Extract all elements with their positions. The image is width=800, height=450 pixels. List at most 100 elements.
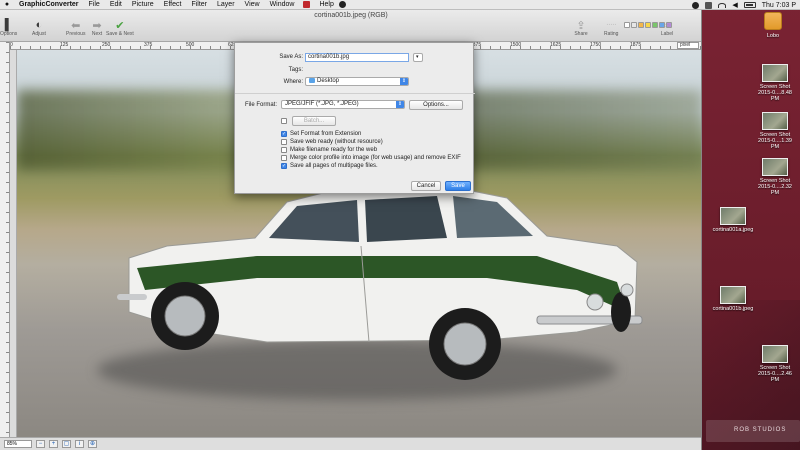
desktop-icon-file[interactable]: Screen Shot 2015-0....1.39 PM bbox=[740, 112, 800, 150]
adjust-button[interactable]: ◐ Adjust bbox=[32, 19, 46, 37]
ruler-tick: 125 bbox=[60, 42, 69, 48]
where-label: Where: bbox=[283, 79, 303, 85]
sync-icon[interactable] bbox=[692, 1, 700, 9]
tags-label: Tags: bbox=[288, 67, 303, 73]
checkbox-row[interactable]: ✓ Set Format from Extension bbox=[281, 131, 361, 137]
previous-button[interactable]: ⬅ Previous bbox=[66, 19, 85, 38]
batch-checkbox[interactable] bbox=[281, 118, 287, 124]
screenshot-thumbnail-icon bbox=[762, 345, 788, 363]
expand-dialog-button[interactable]: ▾ bbox=[413, 53, 423, 62]
checkbox-row[interactable]: Merge color profile into image (for web … bbox=[281, 155, 461, 161]
label-gray-swatch[interactable] bbox=[631, 22, 637, 28]
file-format-popup[interactable]: JPEG/JFIF (*.JPG, *.JPEG) ⇕ bbox=[281, 100, 405, 109]
file-format-label: File Format: bbox=[244, 102, 277, 108]
label-text: Label bbox=[660, 31, 674, 37]
checkbox-web-ready[interactable] bbox=[281, 139, 287, 145]
rating-stars-icon: ····· bbox=[606, 22, 617, 28]
save-dialog: Save As: cortina001b.jpg ▾ Tags: Where: … bbox=[234, 42, 475, 194]
save-next-button[interactable]: ✔ Save & Next bbox=[106, 19, 134, 38]
menu-file[interactable]: File bbox=[84, 1, 105, 8]
checkbox-filename-web[interactable] bbox=[281, 147, 287, 153]
desktop-icon-file[interactable]: Screen Shot 2015-0....2.32 PM bbox=[740, 158, 800, 196]
checkbox-set-format[interactable]: ✓ bbox=[281, 131, 287, 137]
desktop-logo: ROB STUDIOS bbox=[706, 420, 800, 442]
cancel-button[interactable]: Cancel bbox=[411, 181, 441, 191]
zoom-out-icon[interactable]: − bbox=[36, 440, 45, 448]
gear-icon[interactable] bbox=[338, 1, 346, 8]
label-none-swatch[interactable] bbox=[624, 22, 630, 28]
next-button[interactable]: ➡ Next bbox=[90, 19, 104, 38]
checkbox-label: Set Format from Extension bbox=[290, 131, 362, 137]
checkbox-row[interactable]: Save web ready (without resource) bbox=[281, 139, 383, 145]
label-yellow-swatch[interactable] bbox=[645, 22, 651, 28]
save-button[interactable]: Save bbox=[445, 181, 471, 191]
where-value: Desktop bbox=[317, 78, 340, 84]
desktop-icon-file[interactable]: Screen Shot 2015-0....8.48 PM bbox=[740, 64, 800, 102]
info-icon[interactable]: i bbox=[75, 440, 84, 448]
menu-effect[interactable]: Effect bbox=[159, 1, 187, 8]
options-button[interactable]: ▌ Options bbox=[0, 19, 17, 37]
vertical-ruler bbox=[0, 42, 10, 440]
menu-app-name[interactable]: GraphicConverter bbox=[14, 1, 84, 8]
wifi-icon[interactable] bbox=[718, 2, 727, 8]
menu-view[interactable]: View bbox=[240, 1, 265, 8]
dialog-divider bbox=[235, 93, 475, 94]
batch-button[interactable]: Batch... bbox=[292, 116, 336, 126]
menu-picture[interactable]: Picture bbox=[127, 1, 159, 8]
menu-status-area: ◀ Thu 7:03 P bbox=[692, 0, 796, 10]
checkbox-merge-profile[interactable] bbox=[281, 155, 287, 161]
rating-button[interactable]: ····· Rating bbox=[604, 19, 618, 37]
fit-window-icon[interactable]: ▢ bbox=[62, 440, 71, 448]
desktop-icon-label: Lobo bbox=[766, 33, 780, 39]
menu-filter[interactable]: Filter bbox=[186, 1, 212, 8]
folder-icon bbox=[309, 78, 315, 83]
checkbox-label: Make filename ready for the web bbox=[290, 147, 378, 153]
desktop-icon-label: cortina001a.jpeg bbox=[712, 227, 754, 233]
desktop-icon-drive[interactable]: Lobo bbox=[738, 12, 800, 39]
label-green-swatch[interactable] bbox=[652, 22, 658, 28]
popup-arrows-icon: ⇕ bbox=[396, 101, 404, 108]
share-button[interactable]: ⇪ Share bbox=[574, 19, 588, 38]
label-button[interactable]: ▭ Label bbox=[660, 19, 674, 38]
ruler-tick: 1875 bbox=[630, 42, 642, 48]
options-dialog-button[interactable]: Options... bbox=[409, 100, 463, 110]
checkbox-row[interactable]: ✓ Save all pages of multipage files. bbox=[281, 163, 378, 169]
rating-label: Rating bbox=[604, 31, 619, 37]
zoom-in-icon[interactable]: + bbox=[49, 440, 58, 448]
batch-row bbox=[281, 118, 287, 124]
checkbox-multipage[interactable]: ✓ bbox=[281, 163, 287, 169]
ruler-tick: 0 bbox=[10, 42, 13, 48]
save-next-label: Save & Next bbox=[106, 31, 134, 37]
menu-clock[interactable]: Thu 7:03 P bbox=[762, 2, 796, 9]
navigator-icon[interactable]: ⊕ bbox=[88, 440, 97, 448]
save-as-label: Save As: bbox=[279, 54, 303, 60]
desktop-icon-file[interactable]: cortina001a.jpeg bbox=[698, 207, 768, 233]
checkbox-row[interactable]: Make filename ready for the web bbox=[281, 147, 377, 153]
desktop-icon-label: cortina001b.jpeg bbox=[712, 306, 754, 312]
side-tool-strip[interactable] bbox=[10, 50, 17, 440]
zoom-select[interactable]: 85% bbox=[4, 440, 32, 448]
ruler-unit-select[interactable]: pixel bbox=[677, 42, 699, 49]
volume-icon[interactable]: ◀ bbox=[732, 1, 737, 9]
battery-icon[interactable] bbox=[743, 2, 756, 8]
image-thumbnail-icon bbox=[720, 207, 746, 225]
screenshot-thumbnail-icon bbox=[762, 64, 788, 82]
desktop-icon-file[interactable]: cortina001b.jpeg bbox=[698, 286, 768, 312]
app-menu-extra-icon[interactable] bbox=[303, 1, 311, 8]
tags-input[interactable] bbox=[305, 66, 409, 74]
menu-edit[interactable]: Edit bbox=[105, 1, 127, 8]
ruler-tick: 1625 bbox=[550, 42, 562, 48]
save-as-input[interactable]: cortina001b.jpg bbox=[305, 53, 409, 62]
menu-layer[interactable]: Layer bbox=[212, 1, 240, 8]
menu-window[interactable]: Window bbox=[265, 1, 300, 8]
menu-extra-icon[interactable] bbox=[705, 1, 713, 9]
ruler-tick: 375 bbox=[144, 42, 153, 48]
label-orange-swatch[interactable] bbox=[638, 22, 644, 28]
menu-help[interactable]: Help bbox=[314, 1, 338, 8]
desktop-icon-file[interactable]: Screen Shot 2015-0....2.46 PM bbox=[740, 345, 800, 383]
menu-bar: ● GraphicConverter File Edit Picture Eff… bbox=[0, 0, 800, 10]
where-popup[interactable]: Desktop ⇕ bbox=[305, 77, 409, 86]
file-format-value: JPEG/JFIF (*.JPG, *.JPEG) bbox=[285, 101, 359, 107]
checkbox-label: Merge color profile into image (for web … bbox=[290, 155, 461, 161]
apple-menu-icon[interactable]: ● bbox=[0, 1, 14, 8]
